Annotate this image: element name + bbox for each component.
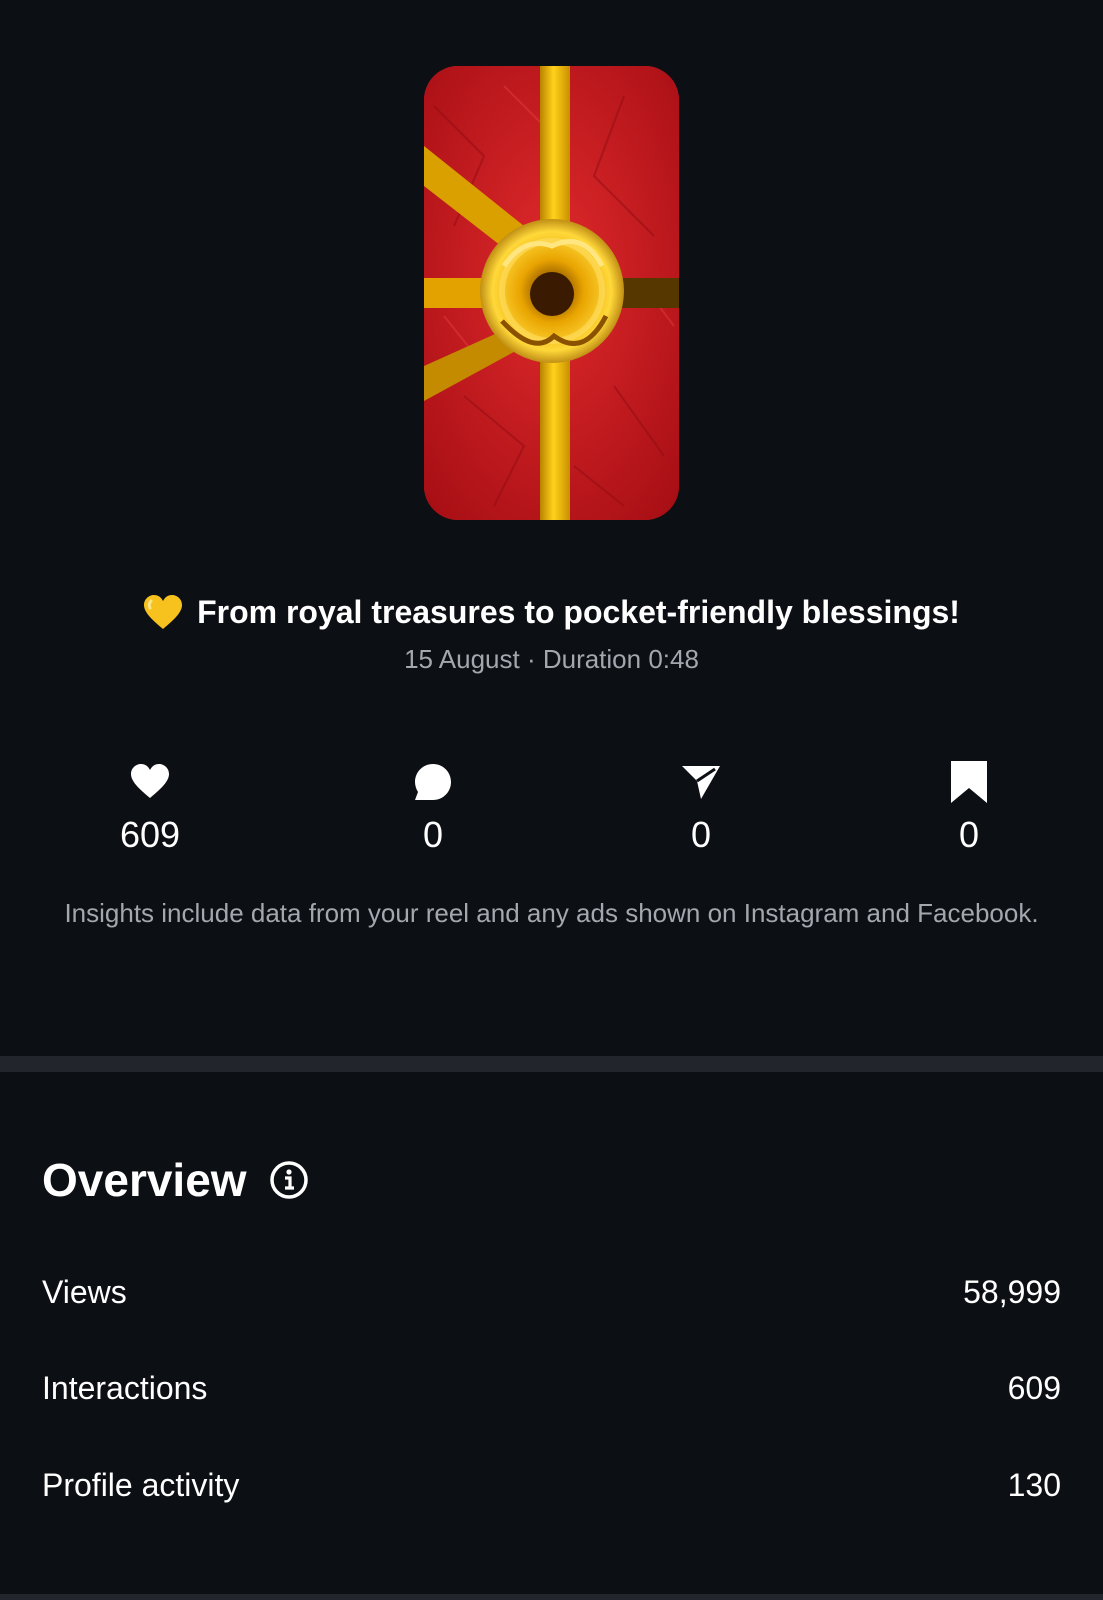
yellow-heart-emoji <box>143 595 183 642</box>
bottom-divider <box>0 1594 1103 1600</box>
send-icon <box>621 760 781 804</box>
saves-stat: 0 <box>889 760 1049 856</box>
reel-thumbnail[interactable] <box>424 66 679 520</box>
caption-text: From royal treasures to pocket-friendly … <box>197 594 960 630</box>
section-divider <box>0 1056 1103 1072</box>
comment-icon <box>353 760 513 804</box>
reel-caption: From royal treasures to pocket-friendly … <box>0 590 1103 642</box>
row-value: 58,999 <box>963 1274 1061 1310</box>
likes-count: 609 <box>119 814 181 855</box>
overview-title: Overview <box>42 1154 247 1206</box>
row-value: 130 <box>1007 1467 1061 1503</box>
row-label: Profile activity <box>42 1467 240 1503</box>
bookmark-icon <box>889 760 1049 804</box>
overview-row-interactions[interactable]: Interactions 609 <box>42 1368 1061 1408</box>
info-icon[interactable] <box>269 1160 309 1200</box>
row-value: 609 <box>1007 1370 1061 1406</box>
reel-duration: Duration 0:48 <box>542 644 699 674</box>
saves-count: 0 <box>958 814 980 855</box>
heart-icon <box>70 760 230 804</box>
overview-row-views[interactable]: Views 58,999 <box>42 1272 1061 1312</box>
shares-count: 0 <box>690 814 712 855</box>
shares-stat: 0 <box>621 760 781 856</box>
overview-row-profile-activity[interactable]: Profile activity 130 <box>42 1465 1061 1505</box>
likes-stat: 609 <box>70 760 230 856</box>
reel-meta: 15 August · Duration 0:48 <box>404 644 699 674</box>
gift-image <box>424 66 679 520</box>
reel-date: 15 August <box>404 644 520 674</box>
comments-stat: 0 <box>353 760 513 856</box>
insights-note: Insights include data from your reel and… <box>64 898 1039 928</box>
row-label: Views <box>42 1274 127 1310</box>
row-label: Interactions <box>42 1370 208 1406</box>
comments-count: 0 <box>422 814 444 855</box>
overview-header: Overview <box>42 1152 309 1208</box>
